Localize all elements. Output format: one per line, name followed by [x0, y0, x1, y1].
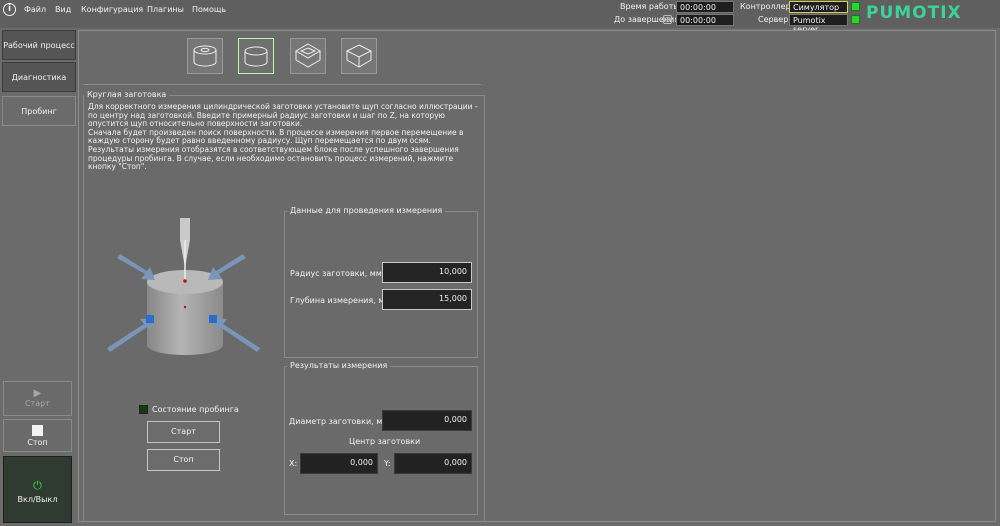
x-label: X: [289, 459, 298, 468]
probing-start-button[interactable]: Старт [147, 421, 220, 443]
diameter-output: 0,000 [382, 410, 472, 431]
depth-input[interactable]: 15,000 [382, 289, 472, 310]
params-group [284, 211, 478, 358]
probing-state-indicator [139, 405, 148, 414]
probing-state-label: Состояние пробинга [152, 405, 239, 414]
tab-probing[interactable]: Пробинг [2, 96, 76, 126]
sidebar-start-label: Старт [25, 399, 50, 408]
probing-stop-button[interactable]: Стоп [147, 449, 220, 471]
menu-file[interactable]: Файл [24, 5, 46, 14]
probing-illustration [107, 218, 260, 355]
sidebar-stop-label: Стоп [27, 438, 48, 447]
probe-rect-blank-icon[interactable] [341, 38, 377, 74]
controller-status-led [851, 2, 860, 11]
center-y-output: 0,000 [394, 453, 472, 474]
radius-input[interactable]: 10,000 [382, 262, 472, 283]
server-field[interactable]: Pumotix server [789, 14, 848, 34]
power-icon: ⏻ [33, 479, 42, 492]
center-label: Центр заготовки [349, 437, 421, 446]
controller-label: Контроллер [740, 2, 791, 11]
probing-description: Для корректного измерения цилиндрической… [88, 102, 478, 172]
probe-cylinder-boss-icon[interactable] [187, 38, 223, 74]
probe-rect-pocket-icon[interactable] [290, 38, 326, 74]
menu-help[interactable]: Помощь [192, 5, 226, 14]
probe-round-blank-icon[interactable] [238, 38, 274, 74]
work-time-label: Время работы [620, 2, 680, 11]
radius-label: Радиус заготовки, мм [290, 269, 382, 278]
center-x-output: 0,000 [300, 453, 378, 474]
pumotix-logo: PUMOTIX [866, 3, 962, 23]
y-label: Y: [384, 459, 391, 468]
tab-workflow[interactable]: Рабочий процесс [2, 30, 76, 60]
clock-icon: ◷ [663, 15, 672, 24]
power-button[interactable]: ⏻ Вкл/Выкл [3, 456, 72, 523]
results-title: Результаты измерения [287, 361, 391, 370]
depth-label: Глубина измерения, мм [290, 296, 391, 305]
power-label: Вкл/Выкл [17, 495, 58, 504]
server-label: Сервер [758, 15, 789, 24]
tab-diagnostics[interactable]: Диагностика [2, 62, 76, 92]
play-icon: ▶ [33, 388, 42, 399]
menu-view[interactable]: Вид [55, 5, 71, 14]
divider [83, 84, 481, 85]
stop-icon [32, 425, 43, 436]
work-time-field: 00:00:00 [676, 1, 734, 13]
diameter-label: Диаметр заготовки, мм [289, 417, 389, 426]
remaining-field: 00:00:00 [676, 14, 734, 26]
sidebar-stop-button[interactable]: Стоп [3, 419, 72, 452]
sidebar-start-button[interactable]: ▶ Старт [3, 381, 72, 416]
menu-plugins[interactable]: Плагины [147, 5, 184, 14]
controller-field[interactable]: Симулятор [789, 1, 848, 13]
menu-configuration[interactable]: Конфигурация [81, 5, 143, 14]
params-title: Данные для проведения измерения [287, 206, 446, 215]
info-icon[interactable]: i [3, 3, 16, 16]
server-status-led [851, 15, 860, 24]
section-title: Круглая заготовка [84, 90, 170, 99]
